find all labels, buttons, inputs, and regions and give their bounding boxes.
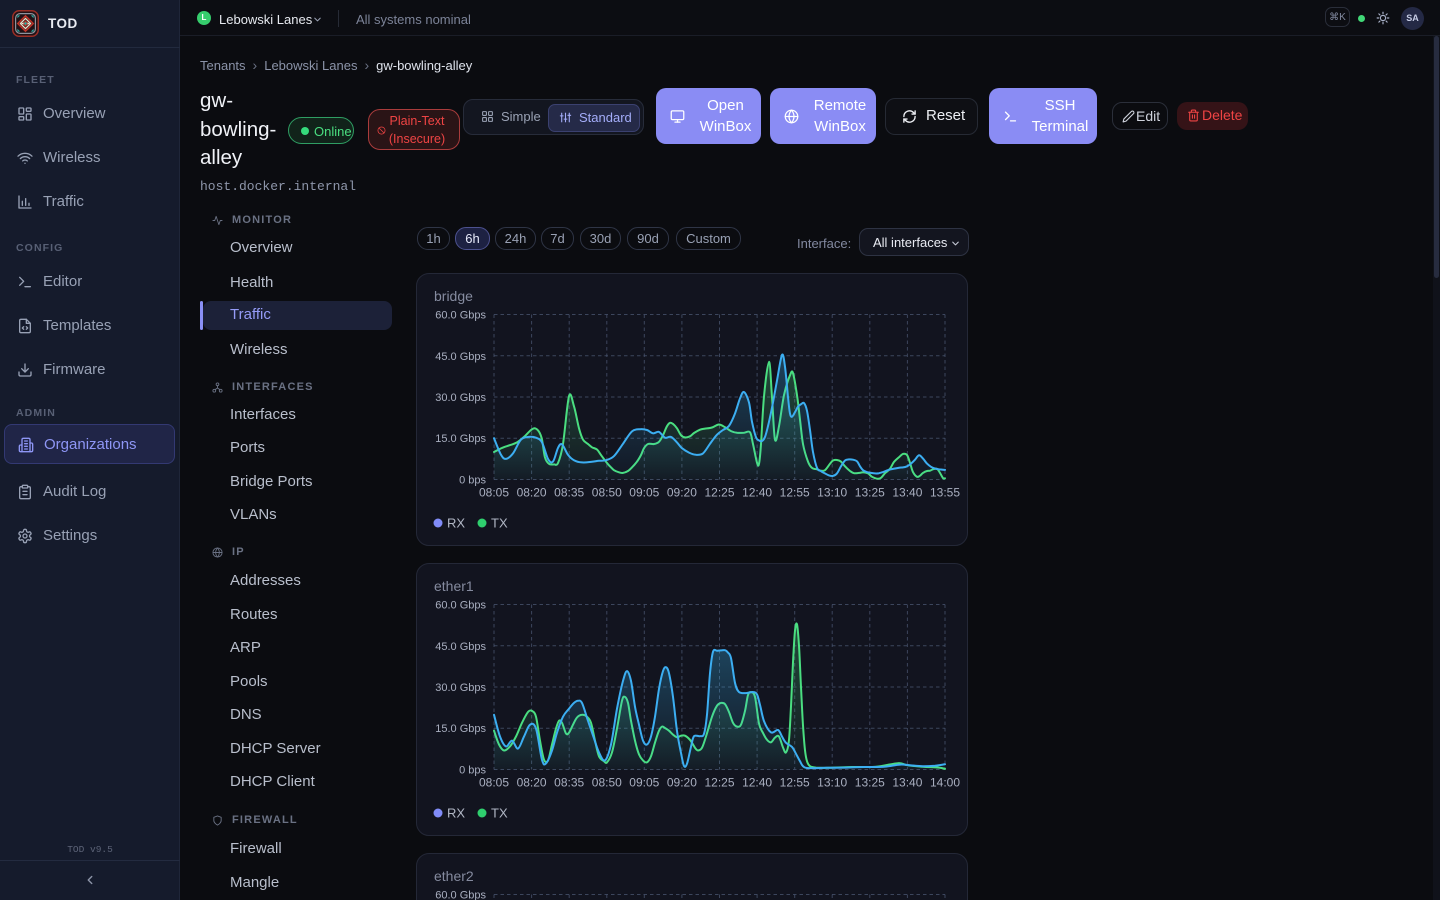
svg-text:60.0 Gbps: 60.0 Gbps [435,890,486,900]
svg-text:15.0 Gbps: 15.0 Gbps [435,723,486,735]
svg-text:08:20: 08:20 [517,486,547,500]
svg-text:08:50: 08:50 [592,486,622,500]
svg-text:45.0 Gbps: 45.0 Gbps [435,351,486,363]
svg-text:TX: TX [491,516,508,531]
svg-text:13:40: 13:40 [892,776,922,790]
svg-text:12:25: 12:25 [704,776,734,790]
svg-text:08:35: 08:35 [554,776,584,790]
svg-text:13:55: 13:55 [930,486,960,500]
svg-text:60.0 Gbps: 60.0 Gbps [435,310,486,322]
svg-text:12:55: 12:55 [780,776,810,790]
svg-text:09:05: 09:05 [629,486,659,500]
svg-text:13:10: 13:10 [817,776,847,790]
svg-text:13:10: 13:10 [817,486,847,500]
svg-text:09:20: 09:20 [667,486,697,500]
svg-text:13:25: 13:25 [855,486,885,500]
svg-text:08:35: 08:35 [554,486,584,500]
svg-text:30.0 Gbps: 30.0 Gbps [435,682,486,694]
svg-text:TX: TX [491,806,508,821]
svg-text:12:55: 12:55 [780,486,810,500]
svg-text:RX: RX [447,516,465,531]
svg-text:12:40: 12:40 [742,486,772,500]
svg-text:14:00: 14:00 [930,776,960,790]
svg-text:13:40: 13:40 [892,486,922,500]
svg-text:08:20: 08:20 [517,776,547,790]
svg-text:09:05: 09:05 [629,776,659,790]
svg-text:12:25: 12:25 [704,486,734,500]
svg-text:08:05: 08:05 [479,486,509,500]
svg-text:15.0 Gbps: 15.0 Gbps [435,433,486,445]
svg-text:30.0 Gbps: 30.0 Gbps [435,392,486,404]
svg-text:13:25: 13:25 [855,776,885,790]
svg-text:08:50: 08:50 [592,776,622,790]
svg-text:60.0 Gbps: 60.0 Gbps [435,600,486,612]
svg-text:45.0 Gbps: 45.0 Gbps [435,641,486,653]
svg-text:09:20: 09:20 [667,776,697,790]
svg-text:12:40: 12:40 [742,776,772,790]
svg-text:08:05: 08:05 [479,776,509,790]
svg-text:RX: RX [447,806,465,821]
